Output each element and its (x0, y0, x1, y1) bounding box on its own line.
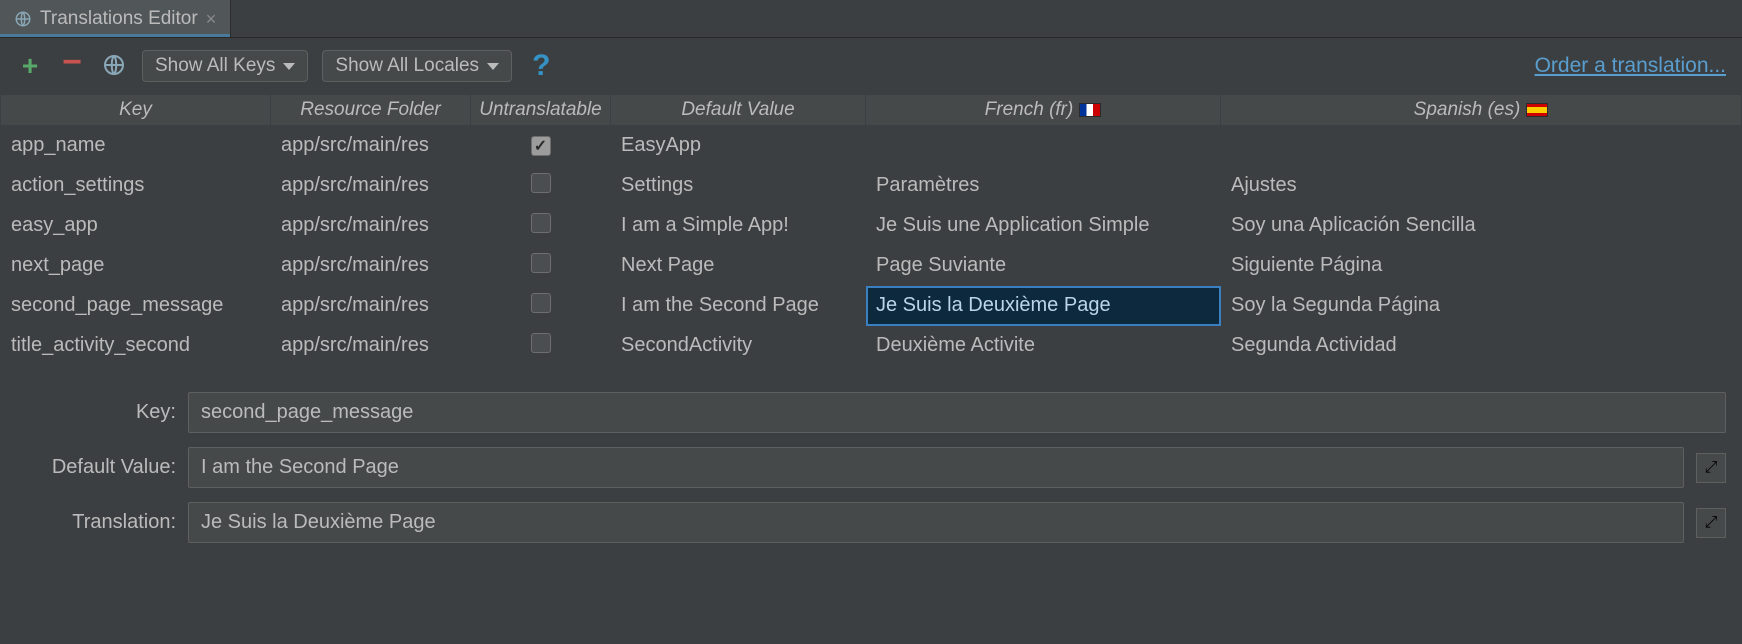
cell-key[interactable]: next_page (1, 246, 271, 286)
add-key-button[interactable]: + (16, 52, 44, 80)
cell-key[interactable]: app_name (1, 126, 271, 166)
table-row: app_nameapp/src/main/res EasyApp (1, 126, 1742, 166)
chevron-down-icon (283, 63, 295, 70)
cell-fr[interactable]: Page Suviante (866, 246, 1221, 286)
detail-default-input[interactable] (188, 447, 1684, 488)
col-header-key[interactable]: Key (1, 95, 271, 126)
col-header-french[interactable]: French (fr) (866, 95, 1221, 126)
expand-icon: ⤢ (1705, 459, 1718, 477)
untranslatable-checkbox[interactable] (531, 213, 551, 233)
tab-translations-editor[interactable]: Translations Editor × (0, 0, 231, 37)
add-locale-button[interactable] (100, 52, 128, 80)
detail-key-input[interactable] (188, 392, 1726, 433)
cell-untranslatable[interactable] (471, 166, 611, 206)
cell-folder[interactable]: app/src/main/res (271, 326, 471, 366)
table-row: next_pageapp/src/main/res Next PagePage S… (1, 246, 1742, 286)
keys-filter-dropdown[interactable]: Show All Keys (142, 50, 308, 82)
cell-default[interactable]: SecondActivity (611, 326, 866, 366)
cell-folder[interactable]: app/src/main/res (271, 166, 471, 206)
table-header-row: Key Resource Folder Untranslatable Defau… (1, 95, 1742, 126)
untranslatable-checkbox[interactable] (531, 253, 551, 273)
cell-default[interactable]: I am the Second Page (611, 286, 866, 326)
order-translation-link[interactable]: Order a translation... (1535, 54, 1726, 78)
detail-translation-input[interactable] (188, 502, 1684, 543)
cell-default[interactable]: I am a Simple App! (611, 206, 866, 246)
cell-es[interactable]: Segunda Actividad (1221, 326, 1742, 366)
help-icon[interactable]: ? (532, 49, 550, 83)
dropdown-label: Show All Keys (155, 55, 275, 77)
cell-untranslatable[interactable] (471, 246, 611, 286)
col-header-default-value[interactable]: Default Value (611, 95, 866, 126)
table-row: action_settingsapp/src/main/res SettingsP… (1, 166, 1742, 206)
cell-key[interactable]: action_settings (1, 166, 271, 206)
expand-default-button[interactable]: ⤢ (1696, 453, 1726, 483)
detail-default-label: Default Value: (16, 456, 176, 479)
untranslatable-checkbox[interactable] (531, 293, 551, 313)
cell-key[interactable]: title_activity_second (1, 326, 271, 366)
cell-untranslatable[interactable] (471, 326, 611, 366)
cell-es[interactable] (1221, 126, 1742, 166)
cell-fr[interactable]: Je Suis la Deuxième Page (866, 286, 1221, 326)
col-header-untranslatable[interactable]: Untranslatable (471, 95, 611, 126)
table-row: second_page_messageapp/src/main/res I am … (1, 286, 1742, 326)
col-header-resource-folder[interactable]: Resource Folder (271, 95, 471, 126)
cell-es[interactable]: Ajustes (1221, 166, 1742, 206)
globe-icon (102, 53, 126, 80)
minus-icon: − (62, 45, 82, 79)
cell-key[interactable]: easy_app (1, 206, 271, 246)
dropdown-label: Show All Locales (335, 55, 479, 77)
cell-folder[interactable]: app/src/main/res (271, 126, 471, 166)
cell-folder[interactable]: app/src/main/res (271, 206, 471, 246)
remove-key-button[interactable]: − (58, 52, 86, 80)
cell-fr[interactable]: Deuxième Activite (866, 326, 1221, 366)
cell-fr[interactable] (866, 126, 1221, 166)
detail-translation-label: Translation: (16, 511, 176, 534)
cell-fr[interactable]: Paramètres (866, 166, 1221, 206)
expand-icon: ⤢ (1705, 514, 1718, 532)
flag-fr-icon (1079, 103, 1101, 117)
globe-icon (14, 10, 32, 28)
cell-key[interactable]: second_page_message (1, 286, 271, 326)
table-row: easy_appapp/src/main/res I am a Simple Ap… (1, 206, 1742, 246)
table-row: title_activity_secondapp/src/main/res Sec… (1, 326, 1742, 366)
detail-panel: Key: Default Value: ⤢ Translation: ⤢ (0, 366, 1742, 553)
cell-es[interactable]: Soy la Segunda Página (1221, 286, 1742, 326)
locales-filter-dropdown[interactable]: Show All Locales (322, 50, 512, 82)
cell-es[interactable]: Siguiente Página (1221, 246, 1742, 286)
cell-folder[interactable]: app/src/main/res (271, 286, 471, 326)
cell-untranslatable[interactable] (471, 286, 611, 326)
translations-table: Key Resource Folder Untranslatable Defau… (0, 94, 1742, 366)
cell-fr[interactable]: Je Suis une Application Simple (866, 206, 1221, 246)
cell-default[interactable]: EasyApp (611, 126, 866, 166)
cell-es[interactable]: Soy una Aplicación Sencilla (1221, 206, 1742, 246)
cell-untranslatable[interactable] (471, 126, 611, 166)
untranslatable-checkbox[interactable] (531, 333, 551, 353)
flag-es-icon (1526, 103, 1548, 117)
toolbar: + − Show All Keys Show All Locales ? Ord… (0, 38, 1742, 94)
tab-bar: Translations Editor × (0, 0, 1742, 38)
untranslatable-checkbox[interactable] (531, 136, 551, 156)
col-header-spanish[interactable]: Spanish (es) (1221, 95, 1742, 126)
untranslatable-checkbox[interactable] (531, 173, 551, 193)
tab-label: Translations Editor (40, 8, 198, 30)
chevron-down-icon (487, 63, 499, 70)
cell-default[interactable]: Settings (611, 166, 866, 206)
cell-default[interactable]: Next Page (611, 246, 866, 286)
cell-untranslatable[interactable] (471, 206, 611, 246)
expand-translation-button[interactable]: ⤢ (1696, 508, 1726, 538)
close-icon[interactable]: × (206, 10, 217, 28)
cell-folder[interactable]: app/src/main/res (271, 246, 471, 286)
plus-icon: + (22, 52, 38, 80)
detail-key-label: Key: (16, 401, 176, 424)
